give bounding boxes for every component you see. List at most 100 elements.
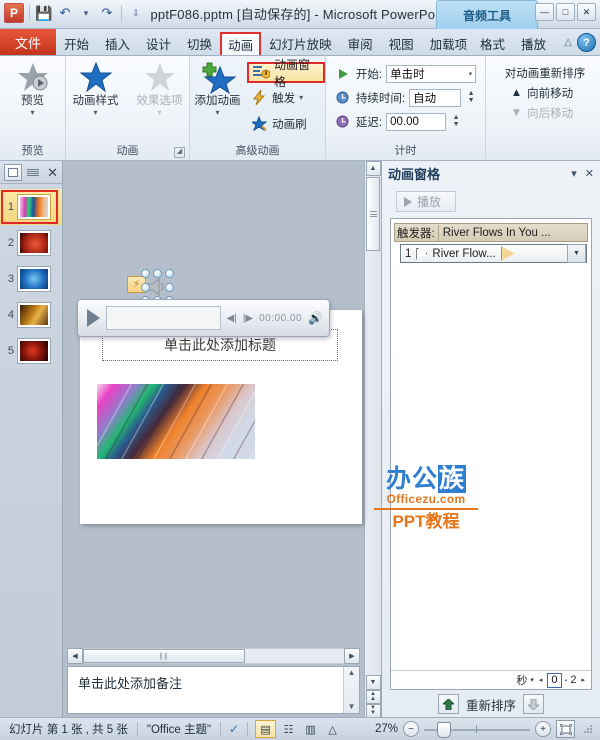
- slides-tab-icon[interactable]: [4, 164, 22, 181]
- tab-playback[interactable]: 播放: [513, 31, 554, 55]
- slide-thumbnail-3[interactable]: 3: [0, 261, 62, 297]
- scroll-up-icon[interactable]: ▲: [366, 161, 381, 176]
- scroll-left-icon[interactable]: ◀: [67, 648, 83, 664]
- slide-sorter-button[interactable]: ☷: [279, 721, 298, 737]
- scroll-up-icon[interactable]: ▲: [344, 667, 359, 679]
- scroll-down-icon[interactable]: ▼: [366, 675, 381, 690]
- tab-view[interactable]: 视图: [381, 31, 422, 55]
- timeline-unit-dropdown-icon[interactable]: ▾: [530, 676, 534, 684]
- duration-spinner[interactable]: 自动: [409, 89, 461, 107]
- zoom-out-button[interactable]: −: [403, 721, 419, 737]
- notes-pane[interactable]: 单击此处添加备注 ▲ ▼: [67, 666, 360, 714]
- tab-transitions[interactable]: 切换: [179, 31, 220, 55]
- slide-thumbnail-2[interactable]: 2: [0, 225, 62, 261]
- volume-icon[interactable]: 🔊: [308, 311, 323, 325]
- zoom-slider-handle[interactable]: [437, 722, 451, 738]
- tab-slideshow[interactable]: 幻灯片放映: [261, 31, 340, 55]
- start-combobox[interactable]: 单击时 ▾: [386, 65, 476, 83]
- horizontal-scrollbar[interactable]: ◀ ∥∥ ▶: [67, 649, 360, 663]
- zoom-in-button[interactable]: +: [535, 721, 551, 737]
- hscroll-thumb[interactable]: ∥∥: [83, 649, 245, 663]
- audio-player-bar[interactable]: ◀| |▶ 00:00.00 🔊: [77, 299, 330, 337]
- animation-styles-button[interactable]: 动画样式 ▾: [64, 61, 128, 117]
- zoom-slider[interactable]: [424, 722, 530, 736]
- tab-animations[interactable]: 动画: [220, 32, 261, 55]
- resize-grip[interactable]: [583, 724, 593, 734]
- move-up-button[interactable]: [438, 694, 459, 714]
- fit-slide-icon[interactable]: [556, 720, 575, 738]
- animation-dialog-launcher[interactable]: ◢: [174, 147, 185, 158]
- collapse-ribbon-icon[interactable]: △: [564, 37, 572, 48]
- timeline-scroll-right-icon[interactable]: ▸: [579, 676, 587, 684]
- trigger-button[interactable]: 触发 ▾: [247, 86, 325, 109]
- duration-stepper[interactable]: ▲ ▼: [465, 89, 477, 107]
- tab-home[interactable]: 开始: [56, 31, 97, 55]
- next-icon[interactable]: |▶: [243, 313, 253, 324]
- tab-review[interactable]: 审阅: [340, 31, 381, 55]
- move-down-button[interactable]: [523, 694, 544, 714]
- resize-handle[interactable]: [141, 269, 150, 278]
- scroll-down-icon[interactable]: ▼: [344, 701, 359, 713]
- animation-list-item[interactable]: 1 River Flow... ▼: [400, 244, 587, 263]
- vscroll-thumb[interactable]: [366, 177, 380, 251]
- chevron-down-icon[interactable]: ▾: [157, 109, 161, 117]
- tab-format[interactable]: 格式: [472, 31, 513, 55]
- close-icon[interactable]: ✕: [585, 167, 594, 180]
- audio-object[interactable]: ⚡: [137, 272, 173, 302]
- play-icon[interactable]: [87, 309, 100, 327]
- delay-stepper[interactable]: ▲ ▼: [450, 113, 462, 131]
- close-button[interactable]: ✕: [577, 3, 596, 21]
- move-earlier-button[interactable]: ▲ 向前移动: [501, 85, 573, 101]
- move-later-button[interactable]: ▼ 向后移动: [501, 105, 573, 121]
- vertical-scrollbar[interactable]: ▲ ▼ ▲▲ ▼▼: [364, 161, 381, 718]
- play-animation-button[interactable]: 播放: [396, 191, 456, 212]
- chevron-down-icon[interactable]: ▾: [299, 94, 303, 102]
- slideshow-button[interactable]: △: [323, 721, 342, 737]
- timeline-start[interactable]: 0: [547, 673, 561, 688]
- chevron-down-icon[interactable]: ▾: [30, 109, 34, 117]
- outline-tab-icon[interactable]: [25, 165, 41, 180]
- spellcheck-icon[interactable]: ✓: [221, 722, 247, 736]
- notes-scrollbar[interactable]: ▲ ▼: [343, 667, 359, 713]
- chevron-down-icon[interactable]: ▾: [93, 109, 97, 117]
- hscroll-track[interactable]: ∥∥: [83, 648, 344, 664]
- next-slide-button[interactable]: ▼▼: [366, 704, 381, 718]
- timeline-scroll-left-icon[interactable]: ◂: [537, 676, 545, 684]
- reading-view-button[interactable]: ▥: [301, 721, 320, 737]
- animation-pane-button[interactable]: 动画窗格: [247, 62, 325, 83]
- pane-menu-icon[interactable]: ▾: [571, 167, 577, 180]
- resize-handle[interactable]: [165, 269, 174, 278]
- chevron-down-icon[interactable]: ▾: [216, 109, 220, 117]
- help-icon[interactable]: ?: [577, 33, 596, 52]
- animation-list[interactable]: 触发器: River Flows In You ... 1 River Flow…: [390, 218, 592, 690]
- trigger-group-header[interactable]: 触发器: River Flows In You ...: [394, 223, 588, 242]
- animation-painter-button[interactable]: 动画刷: [247, 112, 325, 135]
- resize-handle[interactable]: [141, 283, 150, 292]
- add-animation-button[interactable]: 添加动画 ▾: [190, 61, 245, 117]
- chevron-down-icon[interactable]: ▼: [567, 244, 586, 263]
- slide-editing-area[interactable]: 单击此处添加标题: [63, 161, 364, 718]
- animation-timeline[interactable]: 秒 ▾ ◂ 0 • 2 ▸: [391, 670, 591, 689]
- audio-progress-track[interactable]: [106, 306, 221, 330]
- slide-thumbnail-4[interactable]: 4: [0, 297, 62, 333]
- tab-addins[interactable]: 加载项: [422, 31, 476, 55]
- slide-thumbnail-list[interactable]: 1 2 3 4: [0, 184, 62, 718]
- slide-thumbnail-1[interactable]: 1: [0, 189, 62, 225]
- tab-file[interactable]: 文件: [0, 29, 56, 55]
- slide-picture[interactable]: [97, 384, 255, 459]
- minimize-button[interactable]: —: [535, 3, 554, 21]
- resize-handle[interactable]: [153, 269, 162, 278]
- close-panel-icon[interactable]: ✕: [47, 166, 58, 179]
- effect-options-button[interactable]: 效果选项 ▾: [128, 61, 192, 117]
- delay-spinner[interactable]: 00.00: [386, 113, 446, 131]
- previous-slide-button[interactable]: ▲▲: [366, 690, 381, 704]
- restore-button[interactable]: □: [556, 3, 575, 21]
- tab-insert[interactable]: 插入: [97, 31, 138, 55]
- slide-thumbnail-5[interactable]: 5: [0, 333, 62, 369]
- current-slide[interactable]: 单击此处添加标题: [80, 310, 362, 524]
- resize-handle[interactable]: [165, 283, 174, 292]
- previous-icon[interactable]: ◀|: [227, 313, 237, 324]
- tab-design[interactable]: 设计: [138, 31, 179, 55]
- normal-view-button[interactable]: ▤: [255, 720, 276, 738]
- scroll-right-icon[interactable]: ▶: [344, 648, 360, 664]
